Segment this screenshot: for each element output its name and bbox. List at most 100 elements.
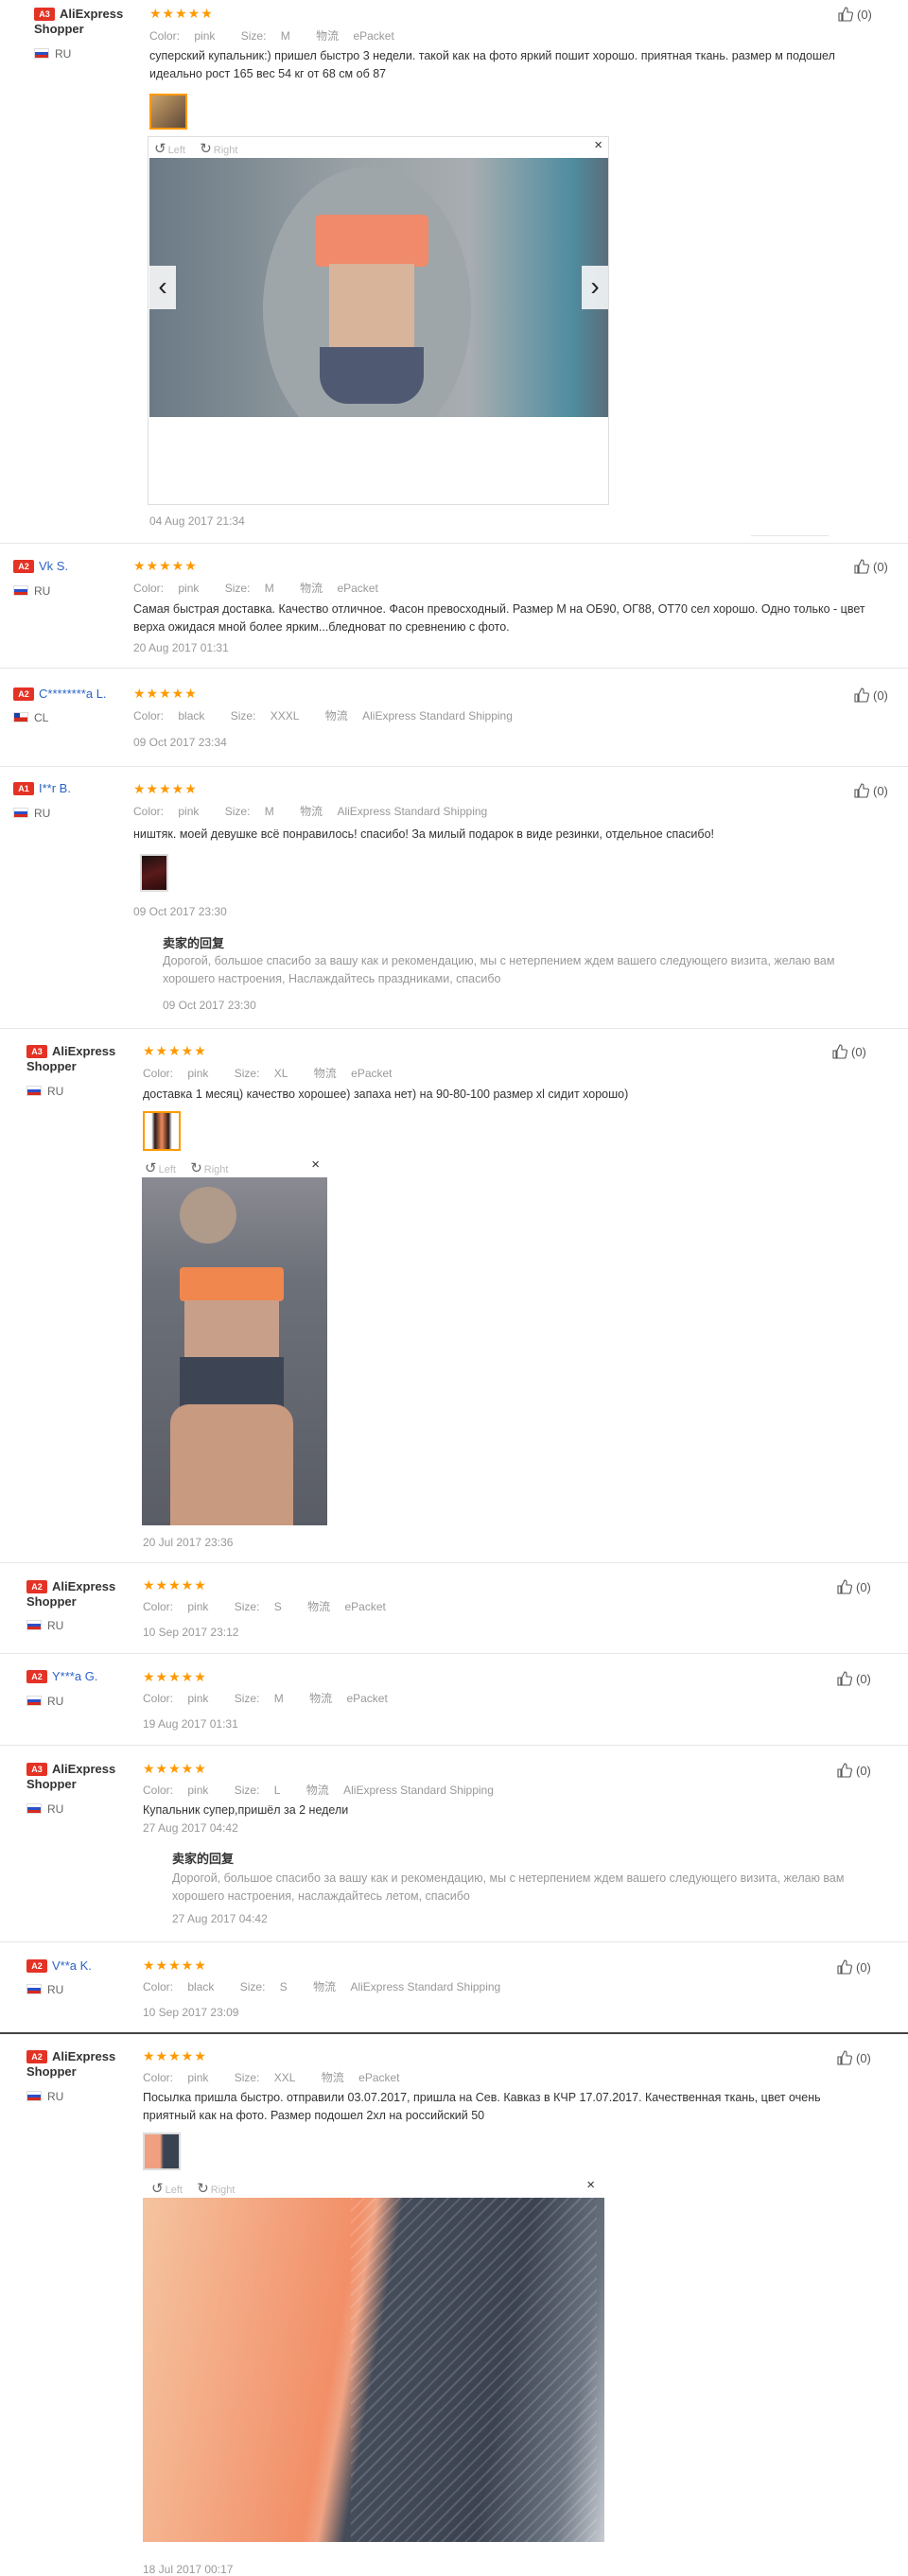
russia-flag-icon xyxy=(26,1086,42,1096)
helpful-button[interactable]: (0) xyxy=(854,688,888,703)
russia-flag-icon xyxy=(13,585,28,596)
section-divider xyxy=(0,2032,908,2034)
russia-flag-icon xyxy=(26,1620,42,1630)
order-info: Color: pink Size: M 物流 ePacket xyxy=(149,29,394,43)
helpful-button[interactable]: (0) xyxy=(837,1763,871,1778)
rotate-left-button[interactable]: ↺ Left xyxy=(145,1160,176,1176)
review-date: 10 Sep 2017 23:12 xyxy=(143,1626,239,1639)
helpful-button[interactable]: (0) xyxy=(837,2050,871,2065)
next-photo-button[interactable]: › xyxy=(582,266,608,309)
rating-stars: ★★★★★ xyxy=(143,1669,207,1684)
reviewer-name: A3 AliExpress Shopper xyxy=(34,7,124,36)
reviewer-country: RU xyxy=(13,584,50,598)
review-photo-large: ‹ › xyxy=(149,158,608,417)
close-viewer-button[interactable]: × xyxy=(311,1157,320,1173)
order-info: Color: pink Size: M 物流 ePacket xyxy=(143,1692,388,1705)
seller-reply-title: 卖家的回复 xyxy=(172,1852,235,1866)
order-info: Color: pink Size: XL 物流 ePacket xyxy=(143,1067,393,1080)
seller-reply-date: 09 Oct 2017 23:30 xyxy=(163,999,256,1012)
thumbs-up-icon xyxy=(837,1959,852,1975)
buyer-level-badge: A2 xyxy=(26,1959,47,1973)
review-photo-thumbnail[interactable] xyxy=(140,854,168,892)
close-viewer-button[interactable]: × xyxy=(594,137,602,153)
review-date: 09 Oct 2017 23:30 xyxy=(133,905,227,918)
rotate-controls: ↺ Left ↻ Right xyxy=(151,2180,235,2197)
review-separator xyxy=(0,668,908,669)
helpful-button[interactable]: (0) xyxy=(837,1579,871,1594)
rotate-right-button[interactable]: ↻ Right xyxy=(200,141,237,157)
buyer-level-badge: A3 xyxy=(26,1763,47,1776)
reviews-page: A3 AliExpress Shopper RU ★★★★★ Color: pin… xyxy=(0,0,908,2576)
seller-reply-text: Дорогой, большое спасибо за вашу как и р… xyxy=(163,954,835,985)
rotate-right-icon: ↻ xyxy=(190,1160,202,1176)
review-text: Посылка пришла быстро. отправили 03.07.2… xyxy=(143,2091,821,2122)
reviewer-name: A2 Y***a G. xyxy=(26,1669,97,1684)
buyer-level-badge: A2 xyxy=(26,1670,47,1683)
order-info: Color: black Size: XXXL 物流 AliExpress St… xyxy=(133,709,513,722)
review-photo-thumbnail[interactable] xyxy=(149,94,187,130)
review-date: 10 Sep 2017 23:09 xyxy=(143,2006,239,2019)
review-separator xyxy=(0,1745,908,1746)
reviewer-name: A2 AliExpress Shopper xyxy=(26,2049,116,2079)
review-separator xyxy=(0,766,908,767)
rotate-right-icon: ↻ xyxy=(200,141,212,157)
reviewer-country: RU xyxy=(26,1619,63,1632)
review-photo-large xyxy=(142,1177,327,1525)
rotate-controls: ↺ Left ↻ Right xyxy=(145,1159,228,1176)
seller-reply-title: 卖家的回复 xyxy=(163,936,225,950)
seller-reply-date: 27 Aug 2017 04:42 xyxy=(172,1912,268,1925)
review-separator-short xyxy=(751,535,829,536)
review-date: 18 Jul 2017 00:17 xyxy=(143,2563,234,2576)
helpful-button[interactable]: (0) xyxy=(832,1044,866,1059)
russia-flag-icon xyxy=(26,1696,42,1706)
review-text: Купальник супер,пришёл за 2 недели xyxy=(143,1803,349,1817)
reviewer-name: A3 AliExpress Shopper xyxy=(26,1762,116,1791)
rotate-right-icon: ↻ xyxy=(197,2181,209,2197)
thumbs-up-icon xyxy=(854,559,869,574)
rating-stars: ★★★★★ xyxy=(143,1043,207,1058)
rating-stars: ★★★★★ xyxy=(143,1958,207,1973)
rotate-controls: ↺ Left ↻ Right xyxy=(154,140,237,157)
order-info: Color: pink Size: L 物流 AliExpress Standa… xyxy=(143,1784,494,1797)
rotate-right-button[interactable]: ↻ Right xyxy=(190,1160,228,1176)
review-separator xyxy=(0,1562,908,1563)
helpful-button[interactable]: (0) xyxy=(837,1959,871,1975)
rotate-left-icon: ↺ xyxy=(151,2181,164,2197)
rotate-left-button[interactable]: ↺ Left xyxy=(151,2181,183,2197)
thumbs-up-icon xyxy=(837,1579,852,1594)
photo-viewer: ↺ Left ↻ Right × xyxy=(142,1157,327,1525)
order-info: Color: pink Size: M 物流 ePacket xyxy=(133,582,378,595)
thumbs-up-icon xyxy=(837,1763,852,1778)
thumbs-up-icon xyxy=(854,783,869,798)
rating-stars: ★★★★★ xyxy=(149,6,214,21)
reviewer-country: RU xyxy=(26,1983,63,1996)
review-separator xyxy=(0,543,908,544)
rating-stars: ★★★★★ xyxy=(143,2048,207,2063)
reviewer-name: A3 AliExpress Shopper xyxy=(26,1044,116,1073)
thumbs-up-icon xyxy=(854,688,869,703)
rating-stars: ★★★★★ xyxy=(133,558,198,573)
review-photo-thumbnail[interactable] xyxy=(143,2132,181,2170)
russia-flag-icon xyxy=(34,48,49,59)
review-separator xyxy=(0,1653,908,1654)
helpful-button[interactable]: (0) xyxy=(854,783,888,798)
helpful-button[interactable]: (0) xyxy=(854,559,888,574)
rotate-left-icon: ↺ xyxy=(154,141,166,157)
helpful-button[interactable]: (0) xyxy=(838,7,872,22)
rating-stars: ★★★★★ xyxy=(133,686,198,701)
reviewer-country: CL xyxy=(13,711,48,724)
helpful-button[interactable]: (0) xyxy=(837,1671,871,1686)
buyer-level-badge: A2 xyxy=(13,688,34,701)
previous-photo-button[interactable]: ‹ xyxy=(149,266,176,309)
reviewer-country: RU xyxy=(26,1695,63,1708)
order-info: Color: pink Size: XXL 物流 ePacket xyxy=(143,2071,400,2084)
rotate-right-button[interactable]: ↻ Right xyxy=(197,2181,235,2197)
close-viewer-button[interactable]: × xyxy=(586,2177,595,2193)
photo-viewer: ↺ Left ↻ Right × ‹ › xyxy=(148,136,609,505)
buyer-level-badge: A3 xyxy=(26,1045,47,1058)
review-photo-thumbnail[interactable] xyxy=(143,1111,181,1151)
review-text: доставка 1 месяц) качество хорошее) запа… xyxy=(143,1088,629,1101)
reviewer-name: A2 V**a K. xyxy=(26,1958,92,1974)
rotate-left-button[interactable]: ↺ Left xyxy=(154,141,185,157)
buyer-level-badge: A2 xyxy=(26,1580,47,1593)
